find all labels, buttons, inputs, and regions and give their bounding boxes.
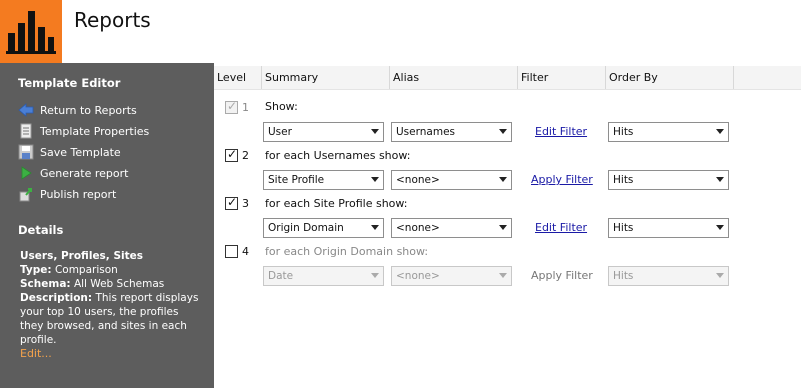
column-header-order-by: Order By	[606, 66, 734, 89]
chevron-down-icon	[371, 177, 379, 182]
play-icon	[18, 165, 34, 181]
level-3-number: 3	[242, 197, 249, 210]
template-editor-heading: Template Editor	[18, 76, 121, 90]
chevron-down-icon	[499, 177, 507, 182]
chevron-down-icon	[716, 225, 724, 230]
column-header-alias: Alias	[390, 66, 518, 89]
app-logo	[0, 0, 62, 63]
details-heading: Details	[18, 223, 64, 237]
report-type: Comparison	[54, 264, 118, 276]
level-2-show-label: for each Usernames show:	[265, 149, 411, 162]
level-2-order-by-select[interactable]: Hits	[608, 170, 729, 190]
level-1-order-by-select[interactable]: Hits	[608, 122, 729, 142]
level-4-order-by-select[interactable]: Hits	[608, 266, 729, 286]
column-header-summary: Summary	[262, 66, 390, 89]
level-1-edit-filter-link[interactable]: Edit Filter	[535, 125, 587, 138]
level-4-alias-select[interactable]: <none>	[391, 266, 512, 286]
level-4-checkbox[interactable]	[225, 245, 238, 258]
level-4-apply-filter-link: Apply Filter	[531, 269, 593, 282]
level-3-summary-select[interactable]: Origin Domain	[263, 218, 384, 238]
chevron-down-icon	[371, 273, 379, 278]
chevron-down-icon	[716, 273, 724, 278]
save-icon	[18, 144, 34, 160]
level-2-checkbox[interactable]: ✓	[225, 147, 238, 162]
level-1-alias-select[interactable]: Usernames	[391, 122, 512, 142]
publish-report-link[interactable]: Publish report	[18, 185, 116, 203]
chevron-down-icon	[716, 129, 724, 134]
level-3-alias-select[interactable]: <none>	[391, 218, 512, 238]
chevron-down-icon	[371, 129, 379, 134]
level-4-summary-select[interactable]: Date	[263, 266, 384, 286]
level-3-edit-filter-link[interactable]: Edit Filter	[535, 221, 587, 234]
column-header-level: Level	[214, 66, 262, 89]
edit-details-link[interactable]: Edit...	[20, 347, 52, 360]
sidebar: Template Editor Return to Reports Templa…	[0, 63, 214, 388]
level-3-show-label: for each Site Profile show:	[265, 197, 408, 210]
level-2-number: 2	[242, 149, 249, 162]
level-2-alias-select[interactable]: <none>	[391, 170, 512, 190]
return-to-reports-link[interactable]: Return to Reports	[18, 101, 137, 119]
level-1-number: 1	[242, 101, 249, 114]
level-4-number: 4	[242, 245, 249, 258]
level-3-checkbox[interactable]: ✓	[225, 195, 238, 210]
chevron-down-icon	[499, 225, 507, 230]
column-header-filter: Filter	[518, 66, 606, 89]
page-title: Reports	[74, 8, 151, 32]
template-properties-link[interactable]: Template Properties	[18, 122, 149, 140]
level-1-checkbox[interactable]: ✓	[225, 99, 238, 114]
generate-report-link[interactable]: Generate report	[18, 164, 128, 182]
back-arrow-icon	[18, 102, 34, 118]
table-header: Level Summary Alias Filter Order By	[214, 66, 801, 90]
publish-icon	[18, 186, 34, 202]
report-details: Users, Profiles, Sites Type: Comparison …	[20, 250, 199, 346]
report-levels-table: Level Summary Alias Filter Order By ✓ 1 …	[214, 66, 801, 388]
level-2-summary-select[interactable]: Site Profile	[263, 170, 384, 190]
chevron-down-icon	[716, 177, 724, 182]
chevron-down-icon	[499, 273, 507, 278]
document-icon	[18, 123, 34, 139]
report-name: Users, Profiles, Sites	[20, 250, 144, 262]
chevron-down-icon	[371, 225, 379, 230]
level-1-show-label: Show:	[265, 100, 298, 113]
level-1-summary-select[interactable]: User	[263, 122, 384, 142]
save-template-link[interactable]: Save Template	[18, 143, 121, 161]
level-3-order-by-select[interactable]: Hits	[608, 218, 729, 238]
level-4-show-label: for each Origin Domain show:	[265, 245, 429, 258]
report-schema: All Web Schemas	[73, 278, 165, 290]
chevron-down-icon	[499, 129, 507, 134]
bar-chart-logo-icon	[6, 11, 56, 54]
level-2-apply-filter-link[interactable]: Apply Filter	[531, 173, 593, 186]
